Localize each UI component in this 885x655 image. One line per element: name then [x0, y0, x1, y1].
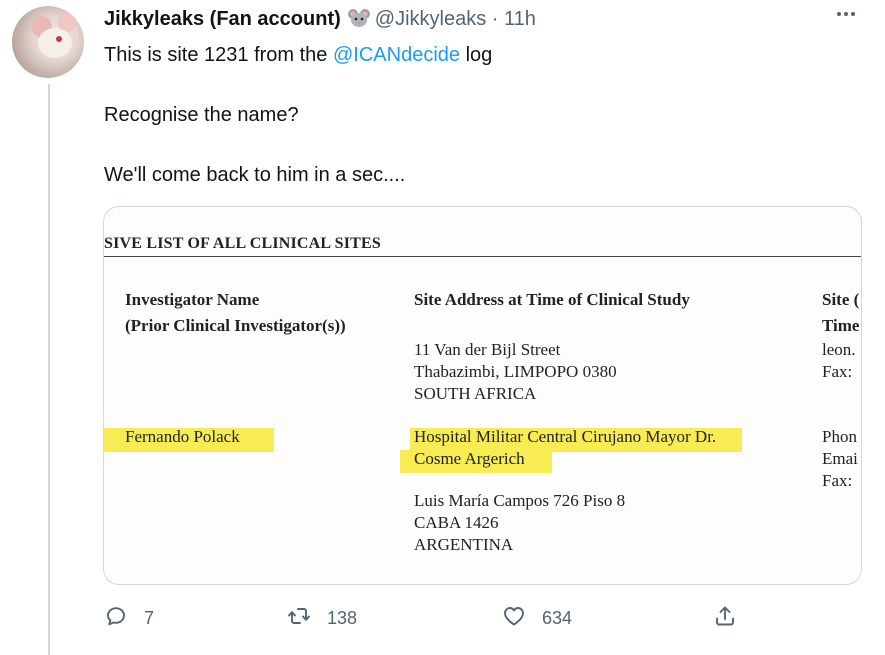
reply-icon — [104, 604, 128, 633]
tweet-timestamp[interactable]: 11h — [504, 8, 536, 30]
col-header-investigator-sub: (Prior Clinical Investigator(s)) — [125, 316, 346, 335]
col-header-contact-sub: Time — [822, 316, 860, 335]
document-heading: SIVE LIST OF ALL CLINICAL SITES — [104, 235, 381, 252]
address-line: 11 Van der Bijl Street — [414, 340, 561, 359]
reply-button[interactable]: 7 — [104, 604, 154, 633]
address-line: Cosme Argerich — [414, 449, 525, 468]
tweet-line-3: We'll come back to him in a sec.... — [104, 164, 406, 186]
retweet-count: 138 — [327, 608, 358, 628]
author-handle[interactable]: @Jikkyleaks — [375, 8, 486, 30]
mouse-emoji-icon — [347, 8, 371, 35]
reply-count: 7 — [144, 608, 155, 628]
address-line: Thabazimbi, LIMPOPO 0380 — [414, 362, 617, 381]
document-scan: SIVE LIST OF ALL CLINICAL SITES Investig… — [104, 207, 861, 584]
tweet-image[interactable]: SIVE LIST OF ALL CLINICAL SITES Investig… — [103, 206, 862, 585]
like-count: 634 — [542, 608, 573, 628]
share-button[interactable] — [713, 604, 737, 633]
address-line: SOUTH AFRICA — [414, 384, 537, 403]
contact-line: Fax: — [822, 471, 853, 490]
like-button[interactable]: 634 — [502, 604, 572, 633]
mention-link[interactable]: @ICANdecide — [333, 44, 460, 66]
tweet-line-1: This is site 1231 from the @ICANdecide l… — [104, 40, 864, 70]
col-header-investigator: Investigator Name — [125, 290, 260, 309]
col-header-address: Site Address at Time of Clinical Study — [414, 290, 690, 309]
tweet-header: Jikkyleaks (Fan account) @Jikkyleaks · 11… — [104, 6, 536, 35]
heading-rule — [104, 256, 861, 257]
thread-connector-line — [48, 84, 50, 655]
more-horizontal-icon[interactable] — [834, 2, 858, 32]
share-icon — [713, 604, 737, 633]
heart-icon — [502, 604, 526, 633]
tweet-actions: 7 138 634 — [104, 604, 844, 636]
meta-separator: · — [491, 8, 499, 30]
tweet-text-segment: This is site 1231 from the — [104, 44, 333, 66]
avatar-eye — [56, 36, 62, 42]
contact-line: leon. — [822, 340, 856, 359]
contact-line: Emai — [822, 449, 858, 468]
retweet-button[interactable]: 138 — [287, 604, 357, 633]
avatar[interactable] — [12, 6, 84, 78]
col-header-contact: Site ( — [822, 290, 860, 309]
tweet-text-segment: log — [460, 44, 493, 66]
address-line: Luis María Campos 726 Piso 8 — [414, 491, 626, 510]
author-name[interactable]: Jikkyleaks (Fan account) — [104, 8, 341, 30]
address-line: CABA 1426 — [414, 513, 499, 532]
address-line: ARGENTINA — [414, 535, 514, 554]
contact-line: Phon — [822, 427, 857, 446]
investigator-name: Fernando Polack — [125, 427, 240, 446]
address-line: Hospital Militar Central Cirujano Mayor … — [414, 427, 717, 446]
tweet-text: This is site 1231 from the @ICANdecide l… — [104, 40, 864, 190]
retweet-icon — [287, 604, 311, 633]
contact-line: Fax: — [822, 362, 853, 381]
avatar-face — [38, 28, 72, 58]
tweet-line-2: Recognise the name? — [104, 104, 299, 126]
